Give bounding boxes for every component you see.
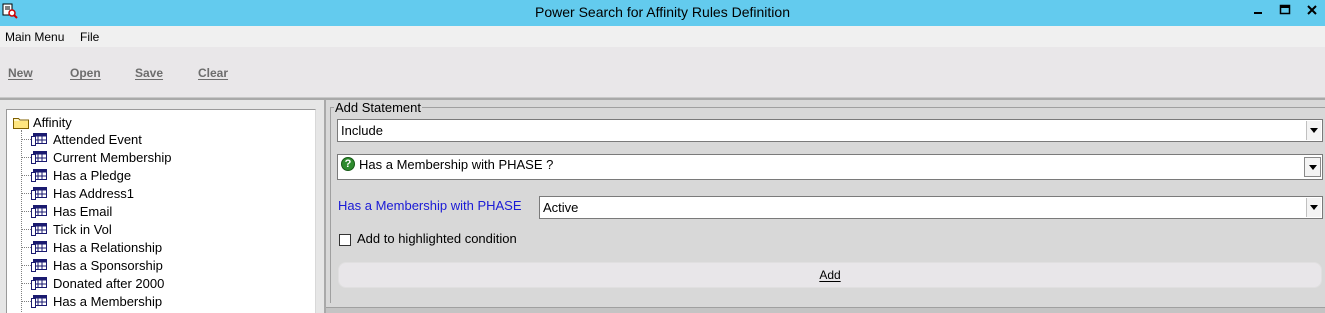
add-to-highlighted-label[interactable]: Add to highlighted condition [357,231,517,246]
tree-item-label: Donated after 2000 [53,275,165,291]
table-icon [31,258,47,272]
include-exclude-value: Include [341,123,383,138]
phase-value: Active [543,200,579,215]
include-exclude-select[interactable]: Include [337,119,1323,142]
condition-select[interactable]: ? Has a Membership with PHASE ? [337,154,1323,180]
tree-panel: Affinity Attended Event Current Membersh… [0,100,324,313]
table-icon [31,186,47,200]
tree-item-label: Has Email [53,203,113,219]
tree-item-has-a-membership[interactable]: Has a Membership [21,292,162,310]
chevron-down-icon[interactable] [1304,157,1321,177]
menu-file[interactable]: File [80,30,99,44]
chevron-down-icon[interactable] [1306,121,1321,140]
maximize-icon [1279,4,1290,15]
close-button[interactable] [1298,0,1325,20]
tree-item-has-a-relationship[interactable]: Has a Relationship [21,238,162,256]
tree-item-tick-in-vol[interactable]: Tick in Vol [21,220,112,238]
tree-item-label: Tick in Vol [53,221,112,237]
question-icon: ? [341,157,355,171]
chevron-down-icon[interactable] [1306,198,1321,217]
open-button[interactable]: Open [70,66,101,80]
tree-item-label: Attended Event [53,131,142,147]
new-button[interactable]: New [8,66,33,80]
table-icon [31,222,47,236]
tree-item-label: Has a Sponsorship [53,257,163,273]
tree-item-has-a-sponsorship[interactable]: Has a Sponsorship [21,256,163,274]
add-statement-legend: Add Statement [334,100,422,115]
table-icon [31,132,47,146]
table-icon [31,276,47,290]
tree-item-donated-after-2000[interactable]: Donated after 2000 [21,274,164,292]
content-area: Affinity Attended Event Current Membersh… [0,98,1325,313]
toolbar: New Open Save Clear [0,47,1325,98]
close-icon [1306,5,1317,15]
add-button[interactable]: Add [338,262,1322,288]
table-icon [31,168,47,182]
add-to-highlighted-checkbox[interactable] [339,234,351,246]
tree-item-has-email[interactable]: Has Email [21,202,112,220]
tree-root-label: Affinity [33,114,72,130]
save-button[interactable]: Save [135,66,163,80]
window-title: Power Search for Affinity Rules Definiti… [535,4,790,20]
menu-main-menu[interactable]: Main Menu [5,30,64,44]
table-icon [31,294,47,308]
tree-item-attended-event[interactable]: Attended Event [21,130,142,148]
condition-value: Has a Membership with PHASE ? [359,157,554,172]
tree-item-has-address1[interactable]: Has Address1 [21,184,134,202]
tree-item-label: Has a Membership [53,293,163,309]
add-statement-panel: Add Statement Include ? Has a Membership… [326,100,1325,311]
menu-bar: Main Menu File [0,26,1325,47]
table-icon [31,150,47,164]
maximize-button[interactable] [1271,0,1298,20]
table-icon [31,204,47,218]
phase-field-label: Has a Membership with PHASE [338,198,522,213]
tree-item-label: Has Address1 [53,185,134,201]
table-icon [31,240,47,254]
add-button-label: Add [819,268,841,282]
tree-root[interactable]: Affinity [13,114,72,130]
tree-item-label: Has a Pledge [53,167,132,183]
clear-button[interactable]: Clear [198,66,228,80]
folder-icon [13,117,29,129]
affinity-tree[interactable]: Affinity Attended Event Current Membersh… [6,109,316,313]
tree-item-label: Has a Relationship [53,239,163,255]
tree-item-label: Current Membership [53,149,172,165]
tree-item-current-membership[interactable]: Current Membership [21,148,172,166]
phase-select[interactable]: Active [539,196,1323,219]
panel-bottom-edge [326,307,1325,313]
tree-item-has-a-pledge[interactable]: Has a Pledge [21,166,131,184]
minimize-icon [1253,12,1262,14]
minimize-button[interactable] [1244,0,1271,20]
title-bar: Power Search for Affinity Rules Definiti… [0,0,1325,26]
